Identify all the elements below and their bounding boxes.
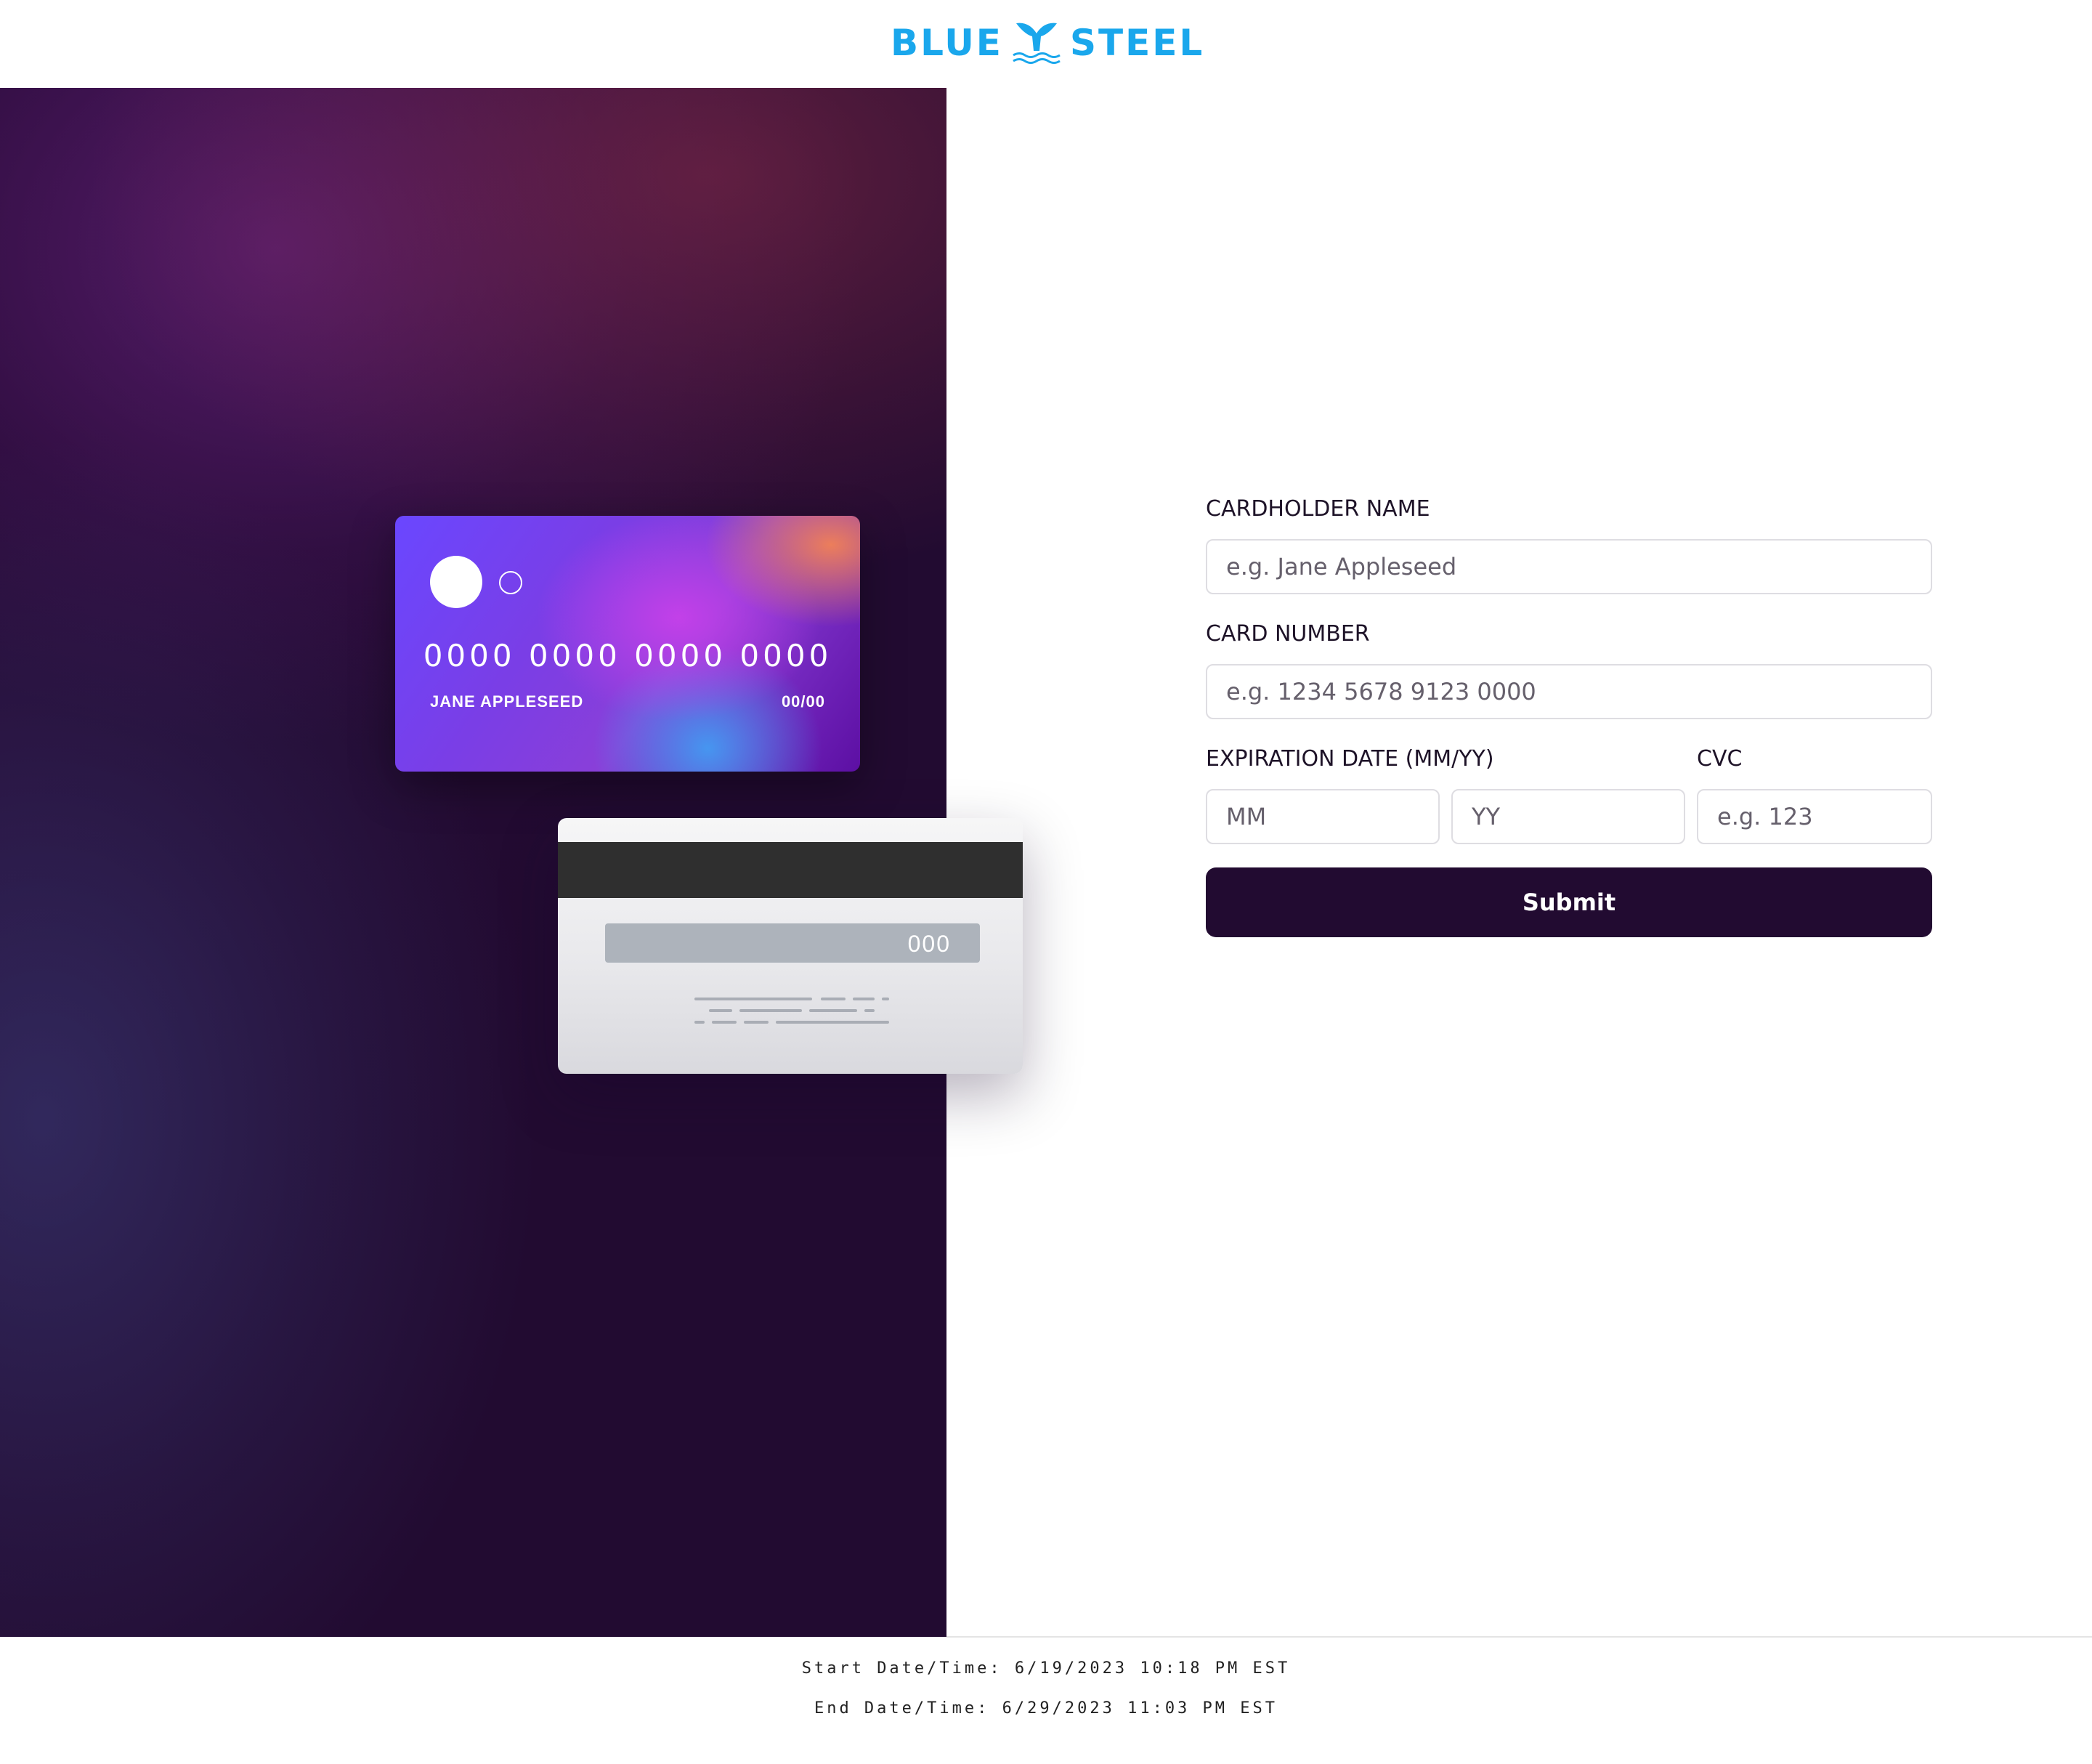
submit-button[interactable]: Submit <box>1206 867 1932 937</box>
start-datetime-text: Start Date/Time: 6/19/2023 10:18 PM EST <box>801 1659 1291 1678</box>
magnetic-stripe <box>558 842 1023 898</box>
card-holder-display: JANE APPLESEED <box>430 692 584 711</box>
brand-logo[interactable]: BLUE STEEL <box>891 17 1204 68</box>
card-back-decoration-lines <box>694 998 889 1024</box>
cardholder-name-input[interactable] <box>1226 553 1931 580</box>
whale-tail-icon <box>1013 23 1061 64</box>
card-number-field[interactable] <box>1206 664 1932 719</box>
card-number-label: CARD NUMBER <box>1206 621 1370 647</box>
expiry-month-field[interactable] <box>1206 789 1440 844</box>
cvc-label: CVC <box>1697 746 1743 772</box>
footer-divider <box>946 1636 2092 1638</box>
expiry-month-input[interactable] <box>1226 803 1438 830</box>
cvc-field[interactable] <box>1697 789 1932 844</box>
cvc-input[interactable] <box>1717 803 1931 830</box>
page-header: BLUE STEEL <box>0 0 2092 88</box>
card-logo-circle-large <box>430 556 482 608</box>
signature-strip: 000 <box>605 923 980 963</box>
expiry-year-field[interactable] <box>1451 789 1685 844</box>
card-front-preview: 0000 0000 0000 0000 JANE APPLESEED 00/00 <box>395 516 860 772</box>
card-logo-circle-small <box>499 571 522 594</box>
brand-text-right: STEEL <box>1069 22 1205 64</box>
card-expiry-display: 00/00 <box>781 692 825 711</box>
card-number-input[interactable] <box>1226 678 1931 705</box>
expiry-year-input[interactable] <box>1472 803 1684 830</box>
end-datetime-text: End Date/Time: 6/29/2023 11:03 PM EST <box>814 1699 1278 1718</box>
cardholder-name-field[interactable] <box>1206 539 1932 594</box>
card-number-display: 0000 0000 0000 0000 <box>423 638 832 673</box>
card-cvc-display: 000 <box>907 931 951 957</box>
expiration-date-label: EXPIRATION DATE (MM/YY) <box>1206 746 1494 772</box>
card-back-preview: 000 <box>558 818 1023 1074</box>
brand-text-left: BLUE <box>891 22 1003 64</box>
cardholder-name-label: CARDHOLDER NAME <box>1206 496 1430 522</box>
